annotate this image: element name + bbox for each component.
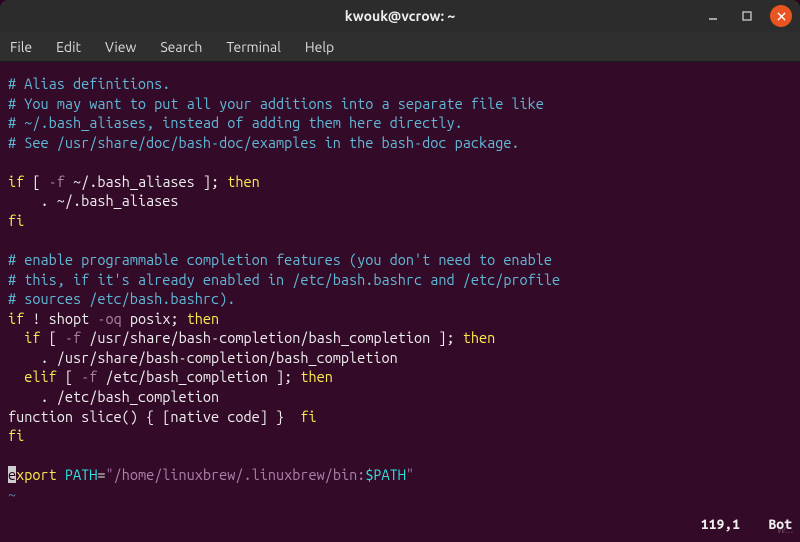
code-line: function slice() { [native code] } fi xyxy=(8,407,792,427)
window-title: kwouk@vcrow: ~ xyxy=(345,8,456,24)
titlebar: kwouk@vcrow: ~ xyxy=(0,0,800,32)
code-line: # See /usr/share/doc/bash-doc/examples i… xyxy=(8,133,792,153)
code-line: . /usr/share/bash-completion/bash_comple… xyxy=(8,348,792,368)
code-line: if ! shopt -oq posix; then xyxy=(8,309,792,329)
code-line: # enable programmable completion feature… xyxy=(8,250,792,270)
code-line: # this, if it's already enabled in /etc/… xyxy=(8,270,792,290)
code-line xyxy=(8,152,792,172)
code-line: if [ -f ~/.bash_aliases ]; then xyxy=(8,172,792,192)
code-line: # Alias definitions. xyxy=(8,74,792,94)
code-line: export PATH="/home/linuxbrew/.linuxbrew/… xyxy=(8,465,792,485)
cursor: e xyxy=(8,466,16,483)
code-line: fi xyxy=(8,426,792,446)
menu-search[interactable]: Search xyxy=(160,39,202,55)
code-line: elif [ -f /etc/bash_completion ]; then xyxy=(8,367,792,387)
code-line: # sources /etc/bash.bashrc). xyxy=(8,289,792,309)
menu-view[interactable]: View xyxy=(105,39,136,55)
code-line xyxy=(8,446,792,466)
code-line: . /etc/bash_completion xyxy=(8,387,792,407)
menu-terminal[interactable]: Terminal xyxy=(226,39,281,55)
close-button[interactable] xyxy=(770,5,792,27)
code-line: . ~/.bash_aliases xyxy=(8,191,792,211)
menu-file[interactable]: File xyxy=(10,39,32,55)
code-line xyxy=(8,231,792,251)
watermark: w... xyxy=(777,524,794,536)
vim-position: 119,1 xyxy=(701,515,740,534)
terminal-area[interactable]: # Alias definitions. # You may want to p… xyxy=(0,62,800,542)
code-line: fi xyxy=(8,211,792,231)
code-line: # You may want to put all your additions… xyxy=(8,94,792,114)
maximize-button[interactable] xyxy=(736,5,758,27)
menu-help[interactable]: Help xyxy=(305,39,334,55)
menu-edit[interactable]: Edit xyxy=(56,39,81,55)
menubar: File Edit View Search Terminal Help xyxy=(0,32,800,62)
code-line: if [ -f /usr/share/bash-completion/bash_… xyxy=(8,328,792,348)
vim-tilde: ~ xyxy=(8,485,792,505)
minimize-button[interactable] xyxy=(702,5,724,27)
window-controls xyxy=(702,5,792,27)
code-line: # ~/.bash_aliases, instead of adding the… xyxy=(8,113,792,133)
